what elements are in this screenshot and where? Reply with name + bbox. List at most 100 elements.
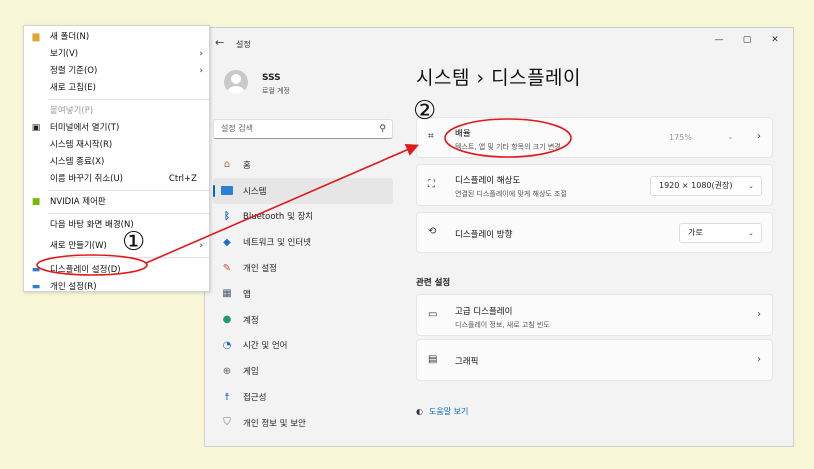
sidebar-nav: ⌂ 홈 시스템 ᛒ Bluetooth 및 장치 ◆ 네트워크 및 인터넷 ✎ 개인 설… [213, 152, 393, 436]
menu-item-next-background[interactable]: 다음 바탕 화면 배경(N) [24, 217, 209, 234]
system-icon [220, 184, 234, 197]
graphics-card[interactable]: ▤ 그래픽 › [416, 339, 773, 381]
menu-item-restart[interactable]: 시스템 재시작(R) [24, 137, 209, 154]
network-icon: ◆ [223, 236, 231, 248]
resolution-label: 디스플레이 해상도 [455, 176, 521, 186]
menu-item-open-terminal[interactable]: ▣ 터미널에서 열기(T) [24, 120, 209, 137]
search-placeholder: 설정 검색 [221, 124, 253, 133]
graphics-label: 그래픽 [455, 357, 479, 367]
window-controls: — ▢ ✕ [705, 32, 789, 48]
sidebar-item-label: 네트워크 및 인터넷 [243, 238, 311, 249]
chevron-right-icon: › [757, 309, 761, 320]
menu-item-undo-rename[interactable]: 이름 바꾸기 취소(U) Ctrl+Z [24, 171, 209, 188]
nvidia-icon: ■ [31, 197, 41, 207]
sidebar-item-label: 개인 정보 및 보안 [243, 418, 306, 429]
help-link[interactable]: ◐ 도움말 보기 [416, 406, 468, 417]
advanced-display-card[interactable]: ▭ 고급 디스플레이 디스플레이 정보, 새로 고침 빈도 › [416, 294, 773, 336]
window-title: 설정 [236, 40, 251, 49]
menu-item-label: 보기(V) [50, 49, 79, 59]
maximize-button[interactable]: ▢ [733, 32, 761, 48]
orientation-icon: ⟲ [428, 226, 437, 237]
search-icon: ⚲ [379, 124, 386, 134]
folder-icon: ▆ [32, 32, 40, 42]
bluetooth-icon: ᛒ [224, 210, 230, 222]
menu-item-label: 이름 바꾸기 취소(U) [50, 174, 123, 184]
menu-item-refresh[interactable]: 새로 고침(E) [24, 80, 209, 97]
advanced-display-description: 디스플레이 정보, 새로 고침 빈도 [455, 321, 550, 329]
orientation-card: ⟲ 디스플레이 방향 가로 ⌄ [416, 212, 773, 253]
sidebar-item-accessibility[interactable]: ☨ 접근성 [213, 384, 393, 410]
sidebar-item-bluetooth[interactable]: ᛒ Bluetooth 및 장치 [213, 204, 393, 230]
sidebar-item-home[interactable]: ⌂ 홈 [213, 152, 393, 178]
sidebar-item-label: 시간 및 언어 [243, 341, 288, 352]
resolution-value: 1920 × 1080(권장) [659, 181, 733, 190]
menu-item-paste: 붙여넣기(P) [24, 103, 209, 120]
back-arrow-icon[interactable]: ← [215, 36, 224, 49]
menu-item-label: 새 폴더(N) [50, 32, 90, 42]
menu-item-label: 새로 만들기(W) [50, 241, 107, 251]
personalize-icon: ▬ [31, 282, 41, 292]
chevron-right-icon: › [757, 131, 761, 142]
sidebar-item-privacy[interactable]: ⛉ 개인 정보 및 보안 [213, 410, 393, 436]
chevron-down-icon: ⌄ [748, 182, 754, 190]
menu-item-label: 정렬 기준(O) [50, 66, 98, 76]
settings-window: ← 설정 — ▢ ✕ SSS 로컬 계정 설정 검색 ⚲ ⌂ 홈 시스템 ᛒ Blu… [204, 27, 794, 447]
menu-item-personalize[interactable]: ▬ 개인 설정(R) [24, 279, 209, 296]
menu-item-display-settings[interactable]: ▬ 디스플레이 설정(D) [24, 262, 209, 279]
menu-item-shortcut: Ctrl+Z [168, 174, 197, 184]
orientation-label: 디스플레이 방향 [455, 230, 513, 240]
resolution-icon: ⛶ [428, 179, 435, 190]
sidebar-item-label: 계정 [243, 315, 259, 326]
resolution-description: 연결된 디스플레이에 맞게 해상도 조절 [455, 190, 567, 198]
search-input[interactable]: 설정 검색 ⚲ [213, 119, 393, 139]
sidebar-item-accounts[interactable]: ● 계정 [213, 307, 393, 333]
scale-card[interactable]: ⌗ 배율 텍스트, 앱 및 기타 항목의 크기 변경 175% ⌄ › [416, 117, 773, 158]
sidebar-item-apps[interactable]: ▦ 앱 [213, 281, 393, 307]
sidebar-item-time-language[interactable]: ◔ 시간 및 언어 [213, 333, 393, 359]
help-icon: ◐ [416, 407, 423, 416]
orientation-value: 가로 [688, 228, 703, 237]
menu-item-view[interactable]: 보기(V) › [24, 46, 209, 63]
shield-icon: ⛉ [223, 417, 231, 429]
menu-divider [48, 190, 209, 191]
user-account-type: 로컬 계정 [262, 87, 290, 95]
avatar[interactable] [224, 70, 248, 94]
menu-item-nvidia[interactable]: ■ NVIDIA 제어판 [24, 194, 209, 211]
sidebar-item-label: 홈 [243, 160, 251, 171]
graphics-icon: ▤ [428, 354, 438, 365]
menu-item-label: NVIDIA 제어판 [50, 197, 106, 207]
account-icon: ● [222, 314, 232, 326]
related-settings-heading: 관련 설정 [416, 278, 451, 288]
sidebar-item-label: 게임 [243, 367, 259, 378]
resolution-card: ⛶ 디스플레이 해상도 연결된 디스플레이에 맞게 해상도 조절 1920 × … [416, 164, 773, 206]
menu-divider [48, 213, 209, 214]
sidebar-item-label: Bluetooth 및 장치 [243, 212, 314, 223]
chevron-right-icon: › [757, 354, 761, 365]
sidebar-item-system[interactable]: 시스템 [213, 177, 393, 204]
close-button[interactable]: ✕ [761, 32, 789, 48]
monitor-icon: ▭ [428, 309, 438, 320]
sidebar-item-gaming[interactable]: ⊕ 게임 [213, 358, 393, 384]
home-icon: ⌂ [223, 159, 231, 171]
minimize-button[interactable]: — [705, 32, 733, 48]
menu-item-sort-by[interactable]: 정렬 기준(O) › [24, 63, 209, 80]
menu-item-new-folder[interactable]: ▆ 새 폴더(N) [24, 29, 209, 46]
menu-item-shutdown[interactable]: 시스템 종료(X) [24, 154, 209, 171]
menu-item-new[interactable]: 새로 만들기(W) › [24, 238, 209, 255]
menu-divider [48, 257, 209, 258]
advanced-display-label: 고급 디스플레이 [455, 307, 513, 317]
resolution-dropdown[interactable]: 1920 × 1080(권장) ⌄ [650, 176, 762, 196]
sidebar-item-personalization[interactable]: ✎ 개인 설정 [213, 255, 393, 281]
menu-item-label: 다음 바탕 화면 배경(N) [50, 220, 134, 230]
submenu-arrow-icon: › [199, 241, 203, 251]
sidebar-item-label: 시스템 [243, 186, 267, 197]
menu-divider [48, 99, 209, 100]
page-title: 시스템 › 디스플레이 [416, 67, 582, 89]
submenu-arrow-icon: › [199, 49, 203, 59]
terminal-icon: ▣ [31, 123, 41, 133]
menu-item-label: 디스플레이 설정(D) [50, 265, 121, 275]
menu-item-label: 시스템 종료(X) [50, 157, 105, 167]
sidebar-item-network[interactable]: ◆ 네트워크 및 인터넷 [213, 229, 393, 255]
scale-value: 175% [669, 133, 692, 142]
orientation-dropdown[interactable]: 가로 ⌄ [679, 223, 762, 243]
